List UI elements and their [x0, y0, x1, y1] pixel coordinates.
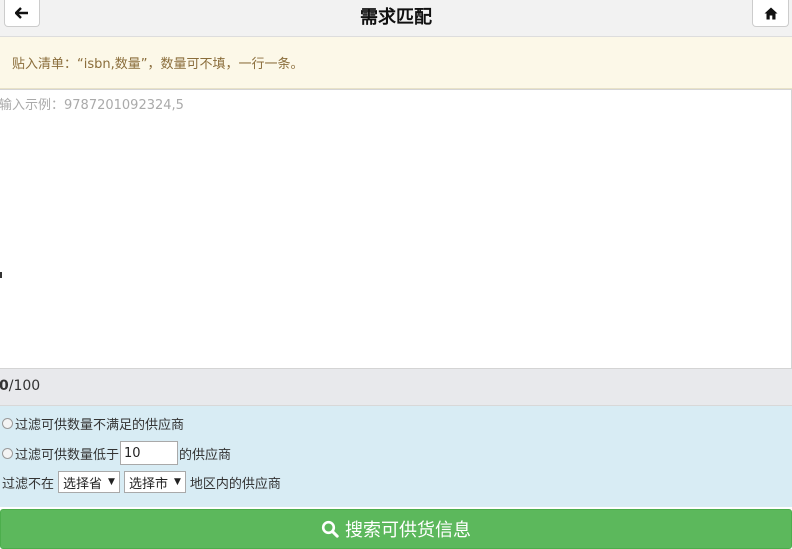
chevron-down-icon: ▼ [108, 477, 115, 487]
filter-insufficient-row: 过滤可供数量不满足的供应商 [2, 414, 184, 433]
instruction-banner: 贴入清单：“isbn,数量”，数量可不填，一行一条。 [0, 37, 792, 89]
filter-panel: 过滤可供数量不满足的供应商 过滤可供数量低于 的供应商 过滤不在 选择省 ▼ 选… [0, 406, 792, 507]
filter-insufficient-radio[interactable] [2, 418, 13, 429]
search-icon [321, 520, 339, 538]
isbn-list-input[interactable] [0, 89, 792, 369]
resize-marker [0, 272, 2, 278]
char-counter: 0/100 [0, 369, 792, 406]
filter-min-qty-row: 过滤可供数量低于 的供应商 [2, 441, 231, 465]
filter-region-suffix: 地区内的供应商 [189, 476, 281, 492]
filter-min-qty-suffix: 的供应商 [179, 447, 232, 463]
counter-max: /100 [8, 378, 41, 394]
filter-min-qty-radio[interactable] [2, 447, 13, 459]
min-qty-input[interactable] [120, 441, 179, 465]
city-select[interactable]: 选择市 ▼ [123, 471, 186, 493]
instruction-text: 贴入清单：“isbn,数量”，数量可不填，一行一条。 [12, 57, 304, 72]
search-supply-button[interactable]: 搜索可供货信息 [0, 509, 792, 549]
chevron-down-icon: ▼ [173, 477, 181, 487]
search-button-label: 搜索可供货信息 [345, 520, 471, 541]
filter-region-row: 过滤不在 选择省 ▼ 选择市 ▼ 地区内的供应商 [2, 471, 281, 493]
counter-current: 0 [0, 378, 9, 394]
home-button[interactable] [752, 0, 789, 27]
filter-insufficient-label: 过滤可供数量不满足的供应商 [15, 418, 185, 433]
province-select[interactable]: 选择省 ▼ [58, 471, 120, 493]
page-title: 需求匹配 [360, 7, 432, 28]
home-icon [764, 7, 777, 19]
filter-min-qty-prefix: 过滤可供数量低于 [15, 447, 120, 463]
top-bar: 需求匹配 [0, 0, 792, 37]
filter-region-prefix: 过滤不在 [2, 476, 55, 492]
